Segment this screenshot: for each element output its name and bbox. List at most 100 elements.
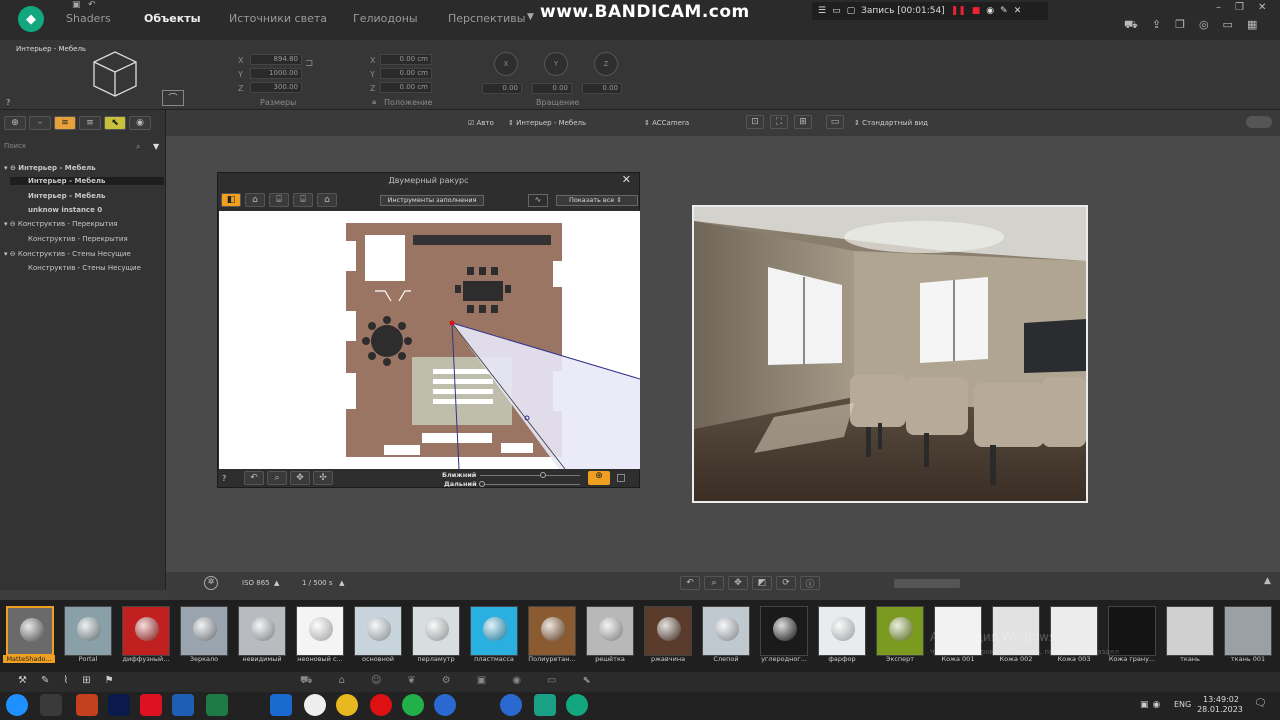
dialog-close-icon[interactable]: ✕ bbox=[622, 173, 631, 186]
clock-date[interactable]: 28.01.2023 bbox=[1196, 705, 1244, 714]
material-thumbnail[interactable] bbox=[180, 606, 228, 656]
leaf-icon[interactable]: ❦ bbox=[407, 675, 415, 688]
material-thumbnail[interactable] bbox=[296, 606, 344, 656]
layout-icon[interactable]: ▦ bbox=[1247, 18, 1257, 33]
refresh-icon[interactable]: ⟳ bbox=[776, 576, 796, 590]
tray-icon-1[interactable]: ▣ bbox=[1140, 700, 1149, 710]
car-icon[interactable]: ⛟ bbox=[300, 675, 313, 688]
crop-icon[interactable]: ◩ bbox=[752, 576, 772, 590]
move-icon[interactable]: ✥ bbox=[728, 576, 748, 590]
brush-icon[interactable]: ⌇ bbox=[63, 675, 68, 686]
far-slider[interactable] bbox=[480, 484, 580, 485]
render-preview[interactable] bbox=[692, 205, 1088, 503]
side-view-icon[interactable]: ⌸ bbox=[269, 193, 289, 207]
artlantis-2-icon[interactable] bbox=[500, 694, 522, 716]
explorer-icon[interactable] bbox=[40, 694, 62, 716]
tree-item[interactable]: Интерьер - Мебель bbox=[28, 192, 105, 200]
rotate-y-knob[interactable]: Y bbox=[544, 52, 568, 76]
gift-icon[interactable]: ⊞ bbox=[82, 675, 90, 686]
grid-icon[interactable]: ⊞ bbox=[794, 115, 812, 129]
size-y-field[interactable]: 1000.00 bbox=[250, 68, 302, 79]
link-camera-icon[interactable]: ∿ bbox=[528, 194, 548, 207]
filter-dropdown-icon[interactable]: ▼ bbox=[153, 142, 159, 151]
language-indicator[interactable]: ENG bbox=[1174, 700, 1191, 709]
tabs-dropdown-icon[interactable]: ▼ bbox=[527, 12, 534, 22]
excel-icon[interactable] bbox=[206, 694, 228, 716]
window-maximize-icon[interactable]: ❐ bbox=[1235, 2, 1244, 13]
rot-x-field[interactable]: 0.00 bbox=[482, 83, 522, 94]
material-thumbnail[interactable] bbox=[702, 606, 750, 656]
share-icon[interactable]: ⇪ bbox=[1152, 18, 1161, 33]
plan-view-icon[interactable]: ◧ bbox=[221, 193, 241, 207]
dialog-help-icon[interactable]: ? bbox=[222, 474, 226, 483]
notifications-icon[interactable]: 🗨︎ bbox=[1254, 698, 1267, 709]
rotate-x-knob[interactable]: X bbox=[494, 52, 518, 76]
scroll-up-icon[interactable]: ▲ bbox=[1264, 576, 1271, 586]
info-icon[interactable]: ⓘ bbox=[800, 576, 820, 590]
size-x-field[interactable]: 894.80 bbox=[250, 54, 302, 65]
paint-icon[interactable]: ⚒ bbox=[18, 675, 27, 686]
lock-icon[interactable]: 🔒︎ bbox=[372, 97, 376, 107]
cursor-icon[interactable]: ⬉ bbox=[582, 675, 590, 688]
tray-icon-2[interactable]: ◉ bbox=[1153, 700, 1161, 710]
aperture-icon[interactable]: ✲ bbox=[204, 576, 218, 590]
chrome-icon[interactable] bbox=[336, 694, 358, 716]
box-icon[interactable]: ▣ bbox=[477, 675, 486, 688]
back-icon[interactable]: ↶ bbox=[680, 576, 700, 590]
show-all-select[interactable]: Показать все ⇕ bbox=[556, 195, 638, 206]
windows-icon[interactable]: ❐ bbox=[1175, 18, 1185, 33]
window-minimize-icon[interactable]: – bbox=[1216, 2, 1221, 13]
back-view-icon[interactable]: ⌸ bbox=[293, 193, 313, 207]
tab-perspectives[interactable]: Перспективы bbox=[448, 12, 525, 25]
expand-checkbox[interactable] bbox=[617, 474, 625, 482]
screenshot-icon[interactable]: ◎ bbox=[1199, 18, 1209, 33]
display-icon[interactable]: ▭ bbox=[1223, 18, 1233, 33]
safe-frame-icon[interactable]: ▭ bbox=[826, 115, 844, 129]
edit-icon[interactable]: ✎ bbox=[41, 675, 49, 686]
far-slider-handle[interactable] bbox=[479, 481, 485, 487]
material-thumbnail[interactable] bbox=[354, 606, 402, 656]
powerpoint-icon[interactable] bbox=[76, 694, 98, 716]
photoshop-icon[interactable] bbox=[108, 694, 130, 716]
tree-item[interactable]: Конструктив - Перекрытия bbox=[28, 235, 128, 243]
orbit-icon[interactable]: ✣ bbox=[313, 471, 333, 485]
yandex-icon[interactable] bbox=[140, 694, 162, 716]
view-select[interactable]: ⇕ Стандартный вид bbox=[854, 119, 928, 127]
shutter-value[interactable]: 1 / 500 s ▲ bbox=[302, 579, 345, 587]
material-thumbnail[interactable] bbox=[1166, 606, 1214, 656]
pos-y-field[interactable]: 0.00 cm bbox=[380, 68, 432, 79]
floor-plan[interactable] bbox=[219, 211, 640, 469]
iso-value[interactable]: ISO 865 ▲ bbox=[242, 579, 279, 587]
zoom-slider[interactable] bbox=[894, 579, 960, 588]
pen-icon[interactable]: ✎ bbox=[1000, 6, 1008, 16]
tab-objects[interactable]: Объекты bbox=[144, 12, 201, 25]
sphere-icon[interactable]: ◉ bbox=[512, 675, 521, 688]
tree-item[interactable]: ▾ ⊖ Конструктив - Перекрытия bbox=[4, 220, 118, 228]
tab-heliodons[interactable]: Гелиодоны bbox=[353, 12, 418, 25]
material-thumbnail[interactable] bbox=[64, 606, 112, 656]
window-close-icon[interactable]: ✕ bbox=[1258, 2, 1266, 13]
material-thumbnail[interactable] bbox=[586, 606, 634, 656]
material-thumbnail[interactable] bbox=[238, 606, 286, 656]
camera-icon[interactable]: ◉ bbox=[986, 6, 994, 16]
minimize-icon[interactable]: ▭ bbox=[832, 6, 841, 16]
front-view-icon[interactable]: ⌂ bbox=[245, 193, 265, 207]
tree-item[interactable]: Интерьер - Мебель bbox=[10, 177, 164, 185]
layers-icon[interactable]: ≋ bbox=[54, 116, 76, 130]
tree-item[interactable]: Конструктив - Стены Несущие bbox=[28, 264, 141, 272]
opera-icon[interactable] bbox=[370, 694, 392, 716]
pos-x-field[interactable]: 0.00 cm bbox=[380, 54, 432, 65]
camera-select[interactable]: ⇕ ACCamera bbox=[644, 119, 689, 127]
material-thumbnail[interactable] bbox=[1224, 606, 1272, 656]
undo-icon[interactable]: ↶ bbox=[88, 0, 96, 10]
object-select[interactable]: ⇕ Интерьер - Мебель bbox=[508, 119, 586, 127]
search-icon[interactable]: ⌕ bbox=[136, 142, 140, 152]
help-icon[interactable]: ? bbox=[6, 98, 10, 107]
tree-item[interactable]: ▾ ⊖ Конструктив - Стены Несущие bbox=[4, 250, 131, 258]
word-icon[interactable] bbox=[172, 694, 194, 716]
menu-icon[interactable]: ☰ bbox=[818, 6, 826, 16]
material-thumbnail[interactable] bbox=[876, 606, 924, 656]
tab-shaders[interactable]: Shaders bbox=[66, 12, 111, 25]
link-icon[interactable]: ⊐ bbox=[305, 58, 313, 69]
save-icon[interactable]: ▣ bbox=[72, 0, 81, 10]
